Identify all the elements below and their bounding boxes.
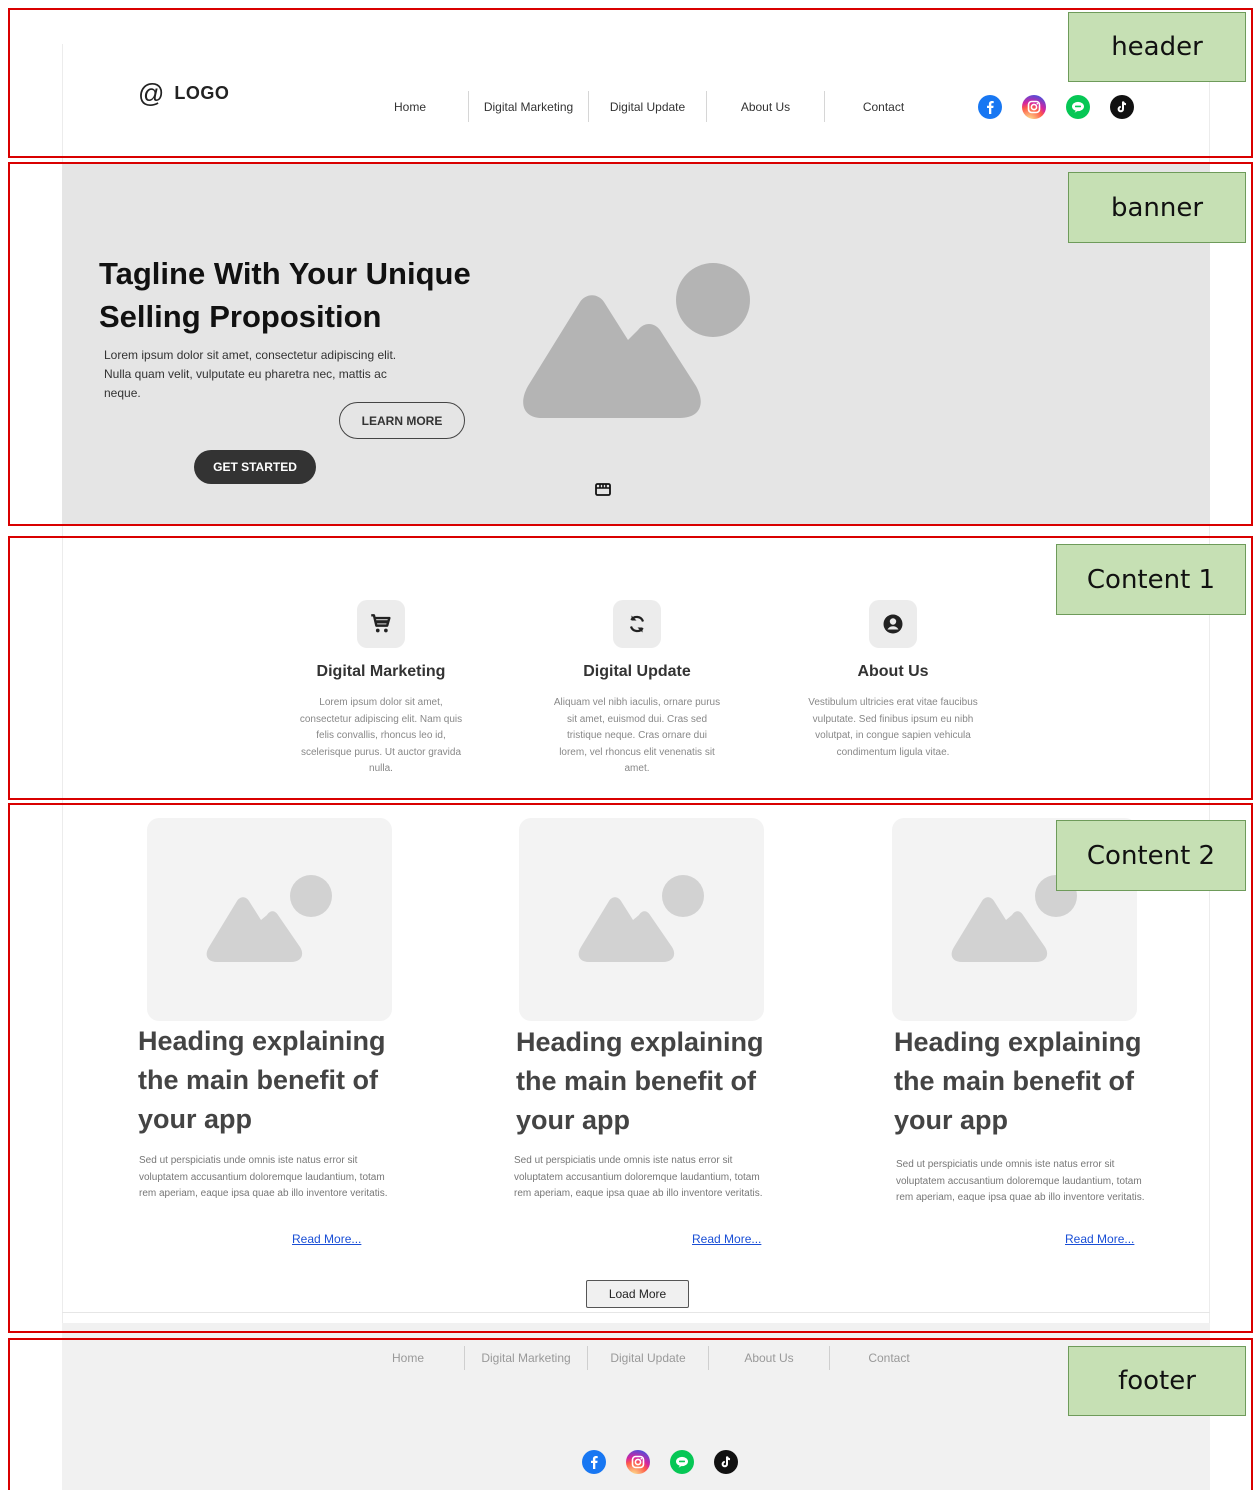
- read-more-link[interactable]: Read More...: [692, 1232, 761, 1246]
- read-more-link[interactable]: Read More...: [292, 1232, 361, 1246]
- feature-text: Lorem ipsum dolor sit amet, consectetur …: [299, 697, 463, 774]
- header-social-links: [978, 95, 1134, 119]
- feature-about-us: About Us Vestibulum ultricies erat vitae…: [808, 600, 978, 761]
- instagram-icon[interactable]: [1022, 95, 1046, 119]
- logo-text: LOGO: [174, 82, 230, 103]
- refresh-icon: [629, 615, 645, 633]
- card-heading: Heading explaining the main benefit of y…: [894, 1027, 1142, 1135]
- cart-icon: [371, 614, 391, 633]
- feature-digital-update: Digital Update Aliquam vel nibh iaculis,…: [552, 600, 722, 778]
- feature-title: Digital Update: [583, 663, 691, 680]
- footer-nav-digital-marketing[interactable]: Digital Marketing: [465, 1351, 587, 1365]
- refresh-icon-box: [613, 600, 661, 648]
- card-text: Sed ut perspiciatis unde omnis iste natu…: [514, 1155, 763, 1199]
- tiktok-icon[interactable]: [714, 1450, 738, 1474]
- card-heading: Heading explaining the main benefit of y…: [138, 1026, 386, 1134]
- feature-text: Vestibulum ultricies erat vitae faucibus…: [808, 697, 978, 758]
- section-label-footer: footer: [1068, 1346, 1246, 1416]
- facebook-icon[interactable]: [582, 1450, 606, 1474]
- tiktok-icon[interactable]: [1110, 95, 1134, 119]
- store-icon: [595, 483, 611, 496]
- section-divider: [62, 1312, 1210, 1313]
- read-more-link[interactable]: Read More...: [1065, 1232, 1134, 1246]
- nav-digital-update[interactable]: Digital Update: [589, 100, 706, 114]
- logo-at-icon: @: [138, 78, 165, 108]
- card-heading: Heading explaining the main benefit of y…: [516, 1027, 764, 1135]
- logo[interactable]: @ LOGO: [138, 80, 229, 106]
- section-label-content1: Content 1: [1056, 544, 1246, 615]
- card-image-placeholder: [519, 818, 764, 1021]
- section-label-banner: banner: [1068, 172, 1246, 243]
- footer-nav-digital-update[interactable]: Digital Update: [588, 1351, 708, 1365]
- banner-image-placeholder: [523, 263, 750, 418]
- line-icon[interactable]: [1066, 95, 1090, 119]
- footer-nav: Home Digital Marketing Digital Update Ab…: [352, 1346, 948, 1370]
- feature-digital-marketing: Digital Marketing Lorem ipsum dolor sit …: [296, 600, 466, 778]
- section-label-content2: Content 2: [1056, 820, 1246, 891]
- line-icon[interactable]: [670, 1450, 694, 1474]
- footer-nav-contact[interactable]: Contact: [830, 1351, 948, 1365]
- footer-social-links: [582, 1450, 738, 1474]
- card-image-placeholder: [147, 818, 392, 1021]
- image-placeholder-icon: [206, 874, 332, 962]
- nav-contact[interactable]: Contact: [825, 100, 942, 114]
- learn-more-button[interactable]: LEARN MORE: [339, 402, 465, 439]
- facebook-icon[interactable]: [978, 95, 1002, 119]
- get-started-button[interactable]: GET STARTED: [194, 450, 316, 484]
- section-label-header: header: [1068, 12, 1246, 82]
- feature-title: Digital Marketing: [316, 663, 446, 680]
- instagram-icon[interactable]: [626, 1450, 650, 1474]
- feature-title: About Us: [857, 663, 929, 680]
- user-circle-icon-box: [869, 600, 917, 648]
- nav-home[interactable]: Home: [352, 100, 468, 114]
- cart-icon-box: [357, 600, 405, 648]
- load-more-button[interactable]: Load More: [586, 1280, 689, 1308]
- banner-description: Lorem ipsum dolor sit amet, consectetur …: [104, 348, 397, 400]
- feature-text: Aliquam vel nibh iaculis, ornare purus s…: [553, 697, 721, 774]
- nav-about-us[interactable]: About Us: [707, 100, 824, 114]
- card-text: Sed ut perspiciatis unde omnis iste natu…: [139, 1155, 388, 1199]
- main-nav: Home Digital Marketing Digital Update Ab…: [352, 91, 942, 122]
- nav-digital-marketing[interactable]: Digital Marketing: [469, 100, 588, 114]
- user-circle-icon: [883, 614, 903, 634]
- card-text: Sed ut perspiciatis unde omnis iste natu…: [896, 1159, 1145, 1203]
- image-placeholder-icon: [578, 874, 704, 962]
- banner-tagline: Tagline With Your Unique Selling Proposi…: [99, 256, 471, 334]
- footer-nav-about-us[interactable]: About Us: [709, 1351, 829, 1365]
- footer-nav-home[interactable]: Home: [352, 1351, 464, 1365]
